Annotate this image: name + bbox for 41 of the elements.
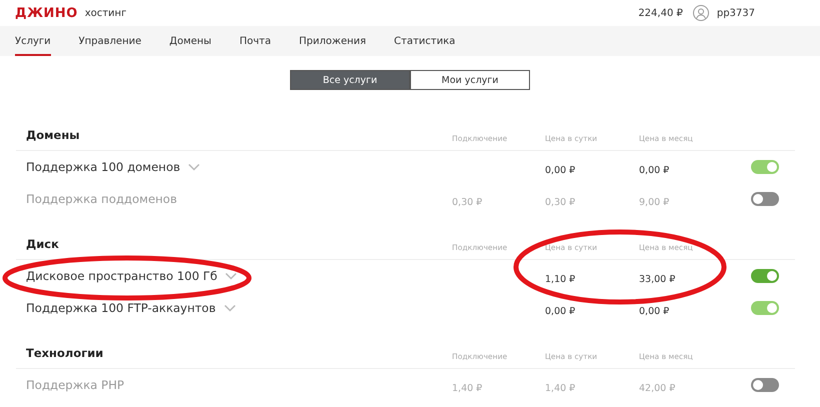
nav-tab[interactable]: Управление bbox=[64, 26, 156, 56]
chevron-down-icon[interactable] bbox=[224, 304, 236, 312]
daily-price: 1,10 ₽ bbox=[545, 274, 576, 284]
nav-tab[interactable]: Статистика bbox=[380, 26, 470, 56]
username[interactable]: pp3737 bbox=[716, 8, 755, 18]
daily-price: 0,00 ₽ bbox=[545, 164, 576, 176]
toggle-switch[interactable] bbox=[751, 378, 779, 392]
monthly-price: 0,00 ₽ bbox=[639, 164, 670, 176]
section-title: Диск bbox=[26, 237, 59, 251]
section-title: Технологии bbox=[26, 346, 104, 360]
daily-price: 1,40 ₽ bbox=[545, 382, 576, 394]
monthly-price: 9,00 ₽ bbox=[639, 196, 670, 208]
toggle-switch[interactable] bbox=[751, 192, 779, 206]
toggle-switch[interactable] bbox=[751, 269, 779, 283]
user-icon[interactable] bbox=[692, 5, 709, 21]
filter-tab[interactable]: Все услуги bbox=[290, 70, 410, 90]
connection-price: 0,30 ₽ bbox=[452, 196, 482, 208]
balance: 224,40 ₽ bbox=[638, 8, 683, 18]
daily-price: 0,00 ₽ bbox=[545, 306, 576, 316]
nav-tab[interactable]: Почта bbox=[225, 26, 285, 56]
chevron-down-icon[interactable] bbox=[188, 163, 200, 171]
chevron-down-icon[interactable] bbox=[225, 272, 238, 280]
logo: ДЖИНО bbox=[15, 6, 78, 20]
nav-tab[interactable]: Услуги bbox=[15, 26, 51, 56]
connection-price: 1,40 ₽ bbox=[452, 382, 482, 394]
service-name: Поддержка PHP bbox=[26, 378, 124, 392]
service-name: Поддержка поддоменов bbox=[26, 192, 177, 206]
monthly-price: 33,00 ₽ bbox=[639, 274, 676, 284]
service-name: Поддержка 100 доменов bbox=[26, 160, 180, 174]
filter-tab[interactable]: Мои услуги bbox=[410, 70, 530, 90]
service-name: Поддержка 100 FTP-аккаунтов bbox=[26, 301, 216, 315]
monthly-price: 42,00 ₽ bbox=[639, 382, 676, 394]
nav-tab[interactable]: Домены bbox=[155, 26, 226, 56]
toggle-switch[interactable] bbox=[751, 160, 779, 174]
nav-tab[interactable]: Приложения bbox=[284, 26, 380, 56]
daily-price: 0,30 ₽ bbox=[545, 196, 576, 208]
service-name: Дисковое пространство 100 Гб bbox=[26, 269, 218, 283]
logo-subtitle: хостинг bbox=[84, 8, 126, 18]
toggle-switch[interactable] bbox=[751, 301, 779, 315]
section-title: Домены bbox=[26, 128, 80, 142]
monthly-price: 0,00 ₽ bbox=[639, 306, 670, 316]
